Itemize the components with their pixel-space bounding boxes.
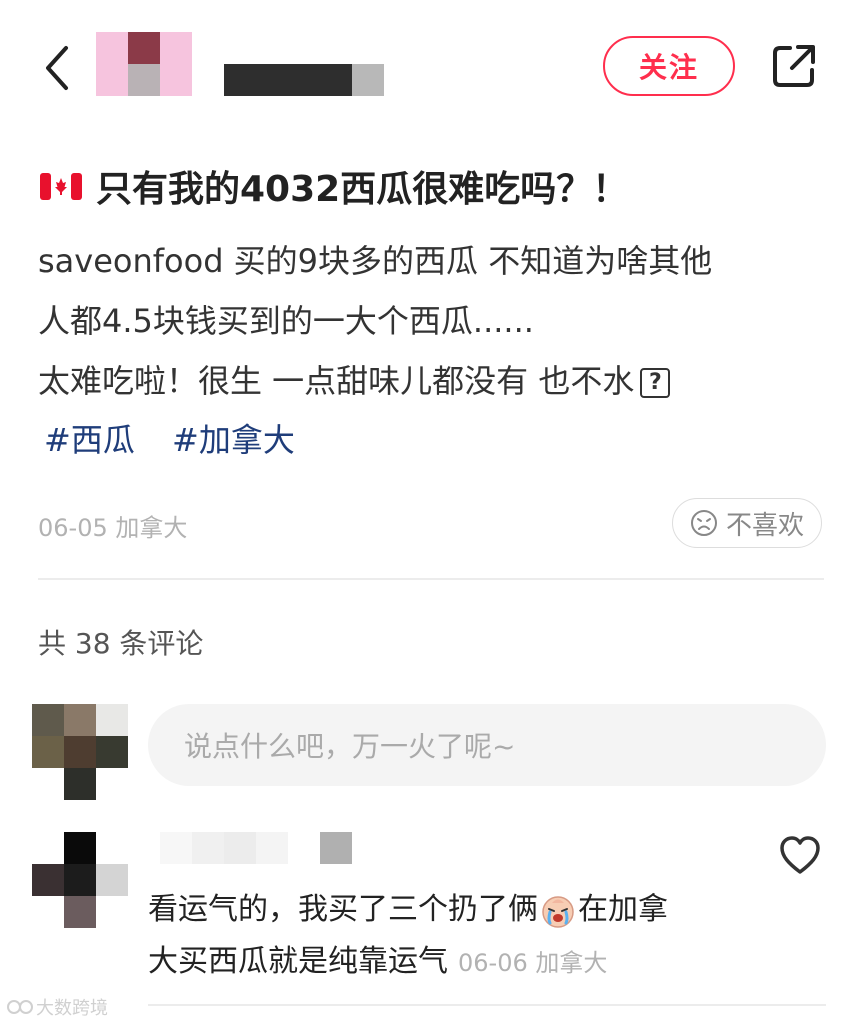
post-title: 只有我的4032西瓜很难吃吗？！: [40, 160, 628, 212]
missing-emoji-icon: ?: [640, 368, 671, 398]
crying-face-emoji: [542, 895, 574, 928]
post-body-line-3: 太难吃啦！很生 一点甜味儿都没有 也不水?: [38, 356, 671, 402]
watermark-logo-icon: [7, 1000, 33, 1014]
like-button[interactable]: [778, 834, 822, 876]
comment-text-part-2: 在加拿: [578, 892, 668, 927]
watermark: 大数跨境: [6, 994, 108, 1020]
comment-divider: [148, 1004, 826, 1006]
follow-button[interactable]: 关注: [603, 36, 735, 96]
hashtag-watermelon[interactable]: #西瓜: [44, 415, 135, 461]
chevron-left-icon: [46, 46, 68, 90]
divider: [38, 578, 824, 580]
post-date-location: 06-05 加拿大: [38, 514, 188, 542]
watermark-text: 大数跨境: [36, 998, 108, 1019]
post-body-line-2: 人都4.5块钱买到的一大个西瓜......: [38, 302, 534, 340]
commenter-name[interactable]: [160, 832, 352, 864]
dislike-label: 不喜欢: [725, 510, 804, 541]
comment-date-location: 06-06 加拿大: [458, 949, 608, 977]
comment-text-part-1: 看运气的，我买了三个扔了俩: [148, 892, 538, 927]
share-button[interactable]: [770, 42, 818, 90]
hashtag-canada[interactable]: #加拿大: [172, 415, 295, 461]
comment-input[interactable]: 说点什么吧，万一火了呢~: [148, 704, 826, 786]
canada-flag-icon: [40, 172, 82, 200]
current-user-avatar: [32, 704, 128, 800]
comment-text-line-2: 大买西瓜就是纯靠运气 06-06 加拿大: [148, 936, 607, 980]
heart-icon: [780, 836, 820, 874]
author-name[interactable]: [224, 64, 384, 96]
comment-input-placeholder: 说点什么吧，万一火了呢~: [184, 730, 516, 763]
share-icon: [773, 45, 815, 87]
comment-text-part-3: 大买西瓜就是纯靠运气: [148, 944, 448, 979]
comment-count: 共 38 条评论: [38, 627, 204, 660]
author-avatar[interactable]: [96, 32, 192, 96]
dislike-button[interactable]: 不喜欢: [672, 498, 822, 548]
post-body-line-1: saveonfood 买的9块多的西瓜 不知道为啥其他: [38, 242, 713, 280]
comment-text-line-1: 看运气的，我买了三个扔了俩 在加拿: [148, 884, 668, 929]
sad-face-icon: [690, 510, 717, 536]
commenter-avatar[interactable]: [32, 832, 128, 928]
post-title-text: 只有我的4032西瓜很难吃吗？！: [96, 169, 629, 210]
back-button[interactable]: [38, 42, 78, 94]
post-body-line-3-text: 太难吃啦！很生 一点甜味儿都没有 也不水: [38, 362, 635, 400]
